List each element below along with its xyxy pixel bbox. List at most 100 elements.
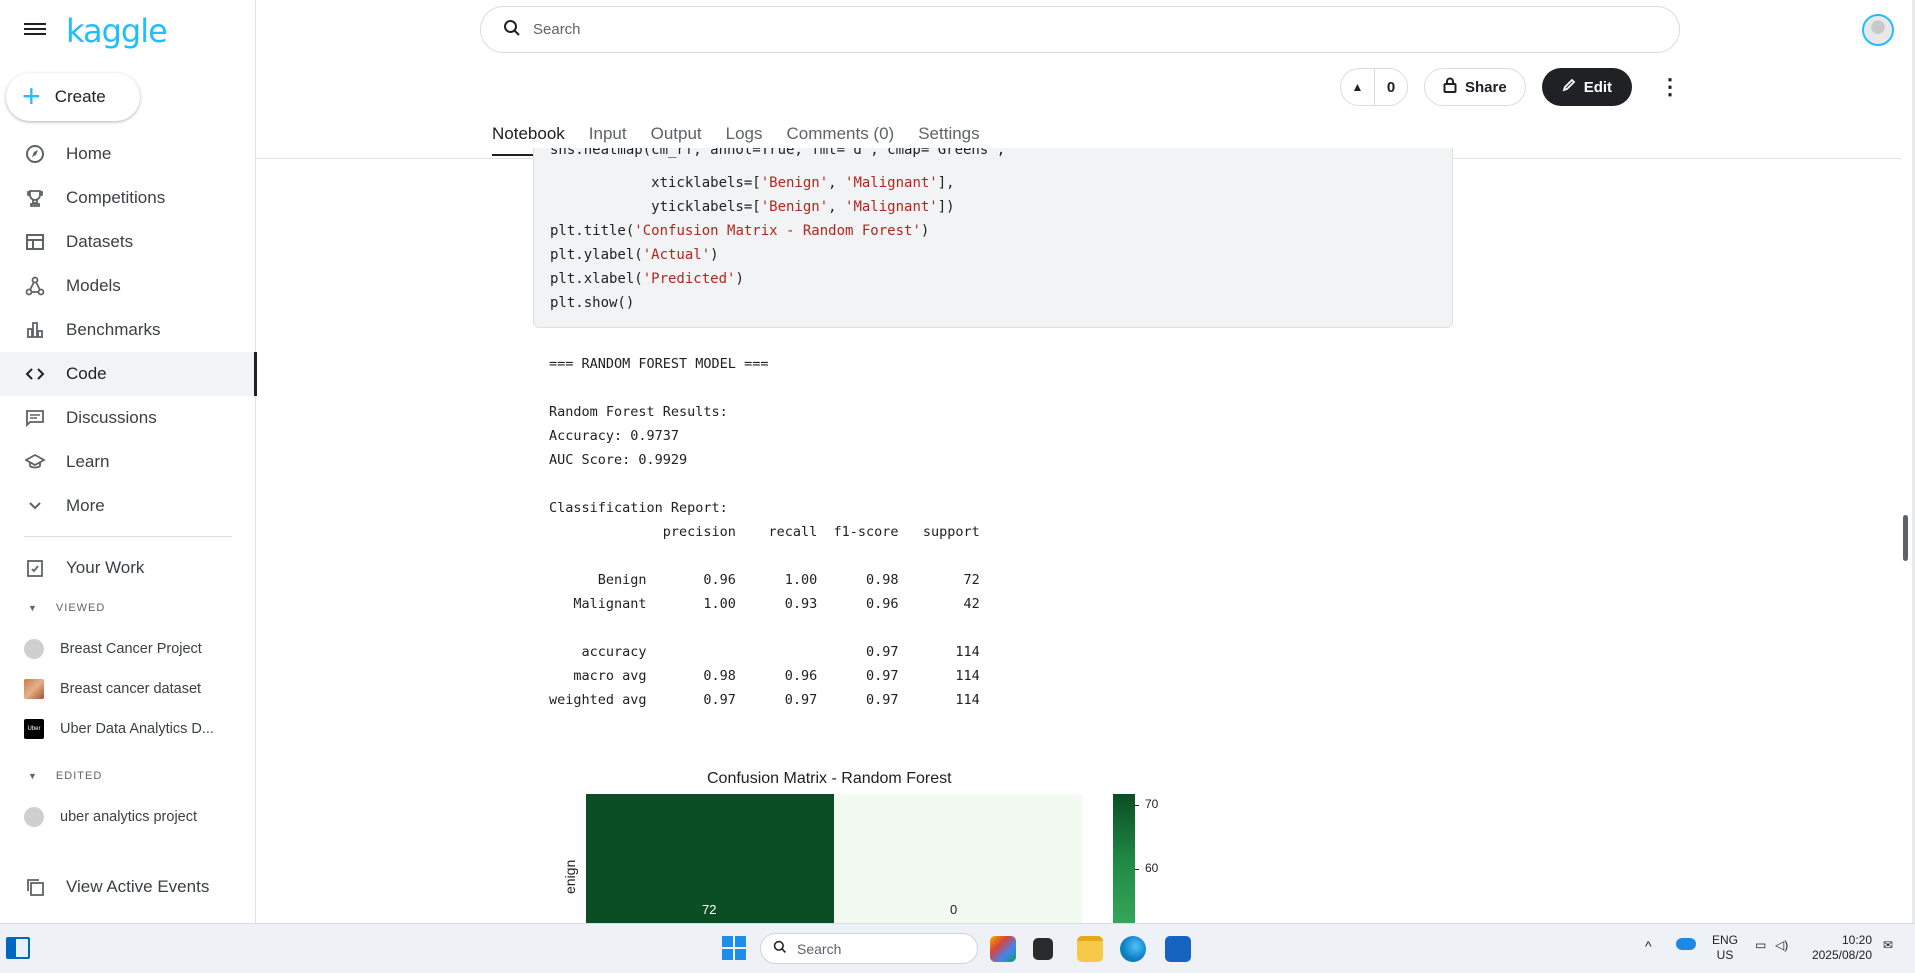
heatmap-cell-value: 0 <box>950 902 958 917</box>
taskbar-search[interactable]: Search <box>760 933 978 964</box>
kaggle-logo[interactable]: kaggle <box>66 12 168 50</box>
code-cell[interactable]: sns.heatmap(cm_rf, annot=True, fmt='d', … <box>533 148 1453 328</box>
sidebar-item-discussions[interactable]: Discussions <box>0 396 256 440</box>
dataset-thumbnail <box>24 679 44 699</box>
models-icon <box>24 275 46 297</box>
trophy-icon <box>24 187 46 209</box>
chart-title: Confusion Matrix - Random Forest <box>707 770 952 787</box>
vote-count: 0 <box>1386 78 1396 96</box>
code-line: yticklabels=['Benign', 'Malignant']) <box>550 199 955 215</box>
clock[interactable]: 10:20 2025/08/20 <box>1810 933 1872 963</box>
plus-icon: + <box>22 77 41 114</box>
caret-down-icon: ▼ <box>28 603 38 613</box>
chevron-up-icon[interactable]: ^ <box>1645 938 1652 954</box>
upvote-icon[interactable]: ▲ <box>1341 69 1375 105</box>
code-icon <box>24 363 46 385</box>
y-tick-label: enign <box>562 859 578 894</box>
edge-browser-icon[interactable] <box>1120 936 1146 962</box>
colorbar-tick-label: 60 <box>1145 861 1159 875</box>
colorbar <box>1113 794 1135 923</box>
sidebar-item-label: Learn <box>66 452 110 471</box>
cell-output-text: === RANDOM FOREST MODEL === Random Fores… <box>549 356 980 708</box>
compass-icon <box>24 143 46 165</box>
table-icon <box>24 231 46 253</box>
sidebar-item-models[interactable]: Models <box>0 264 256 308</box>
search-placeholder: Search <box>533 21 581 38</box>
code-line: plt.xlabel('Predicted') <box>550 271 744 287</box>
scrollbar-thumb[interactable] <box>1903 515 1908 561</box>
more-options-icon[interactable]: ⋮ <box>1658 74 1682 100</box>
colorbar-tick-mark <box>1135 869 1139 870</box>
uber-logo-icon: Uber <box>24 719 44 739</box>
layers-icon <box>24 876 46 898</box>
notebook-actions: ▲ 0 Share Edit ⋮ <box>1340 68 1682 106</box>
create-label: Create <box>54 87 106 106</box>
sidebar-item-code[interactable]: Code <box>0 352 257 396</box>
sidebar-item-your-work[interactable]: Your Work <box>0 546 256 590</box>
code-line: xticklabels=['Benign', 'Malignant'], <box>550 175 955 191</box>
code-line: plt.title('Confusion Matrix - Random For… <box>550 223 930 239</box>
sidebar-item-label: More <box>66 496 105 515</box>
edited-section-header[interactable]: ▼ EDITED <box>0 770 102 782</box>
sidebar-item-label: Benchmarks <box>66 320 161 339</box>
upvote-control: ▲ 0 <box>1340 68 1408 106</box>
create-button[interactable]: + Create <box>6 73 140 121</box>
sidebar-divider <box>24 536 232 537</box>
kaggle-app-window: kaggle + Create Home Competitions Datase… <box>0 0 1915 923</box>
share-button[interactable]: Share <box>1424 68 1526 106</box>
sidebar-item-datasets[interactable]: Datasets <box>0 220 256 264</box>
recent-item[interactable]: uber analytics project <box>0 802 256 832</box>
network-icon[interactable]: ▭ <box>1755 938 1766 952</box>
caret-down-icon: ▼ <box>28 771 38 781</box>
code-line: plt.show() <box>550 295 635 311</box>
school-icon <box>24 451 46 473</box>
windows-start-icon[interactable] <box>722 936 746 960</box>
recent-item[interactable]: Uber Uber Data Analytics D... <box>0 714 256 744</box>
bar-chart-icon <box>24 319 46 341</box>
sidebar-item-learn[interactable]: Learn <box>0 440 256 484</box>
sidebar-item-competitions[interactable]: Competitions <box>0 176 256 220</box>
menu-icon[interactable] <box>24 20 46 42</box>
onedrive-icon[interactable] <box>1676 938 1696 950</box>
sidebar: kaggle + Create Home Competitions Datase… <box>0 0 257 923</box>
widgets-icon[interactable] <box>6 937 30 959</box>
confusion-matrix-chart: Confusion Matrix - Random Forest 72 0 eni… <box>560 764 1180 923</box>
code-line: plt.ylabel('Actual') <box>550 247 719 263</box>
sidebar-item-label: Competitions <box>66 188 166 207</box>
comment-icon <box>24 407 46 429</box>
copilot-icon[interactable] <box>990 936 1016 962</box>
avatar <box>24 807 44 827</box>
sidebar-item-label: Code <box>66 364 107 383</box>
terminal-icon[interactable] <box>1033 938 1053 960</box>
search-input[interactable]: Search <box>480 6 1680 53</box>
heatmap-cell <box>834 794 1082 923</box>
user-avatar[interactable] <box>1862 14 1894 46</box>
sidebar-item-label: Your Work <box>66 558 145 577</box>
colorbar-tick-label: 70 <box>1145 797 1159 811</box>
search-icon <box>773 940 787 957</box>
viewed-section-header[interactable]: ▼ VIEWED <box>0 602 105 614</box>
sidebar-item-label: Home <box>66 144 112 163</box>
sidebar-item-benchmarks[interactable]: Benchmarks <box>0 308 256 352</box>
notification-icon[interactable]: ✉ <box>1883 938 1893 952</box>
sidebar-item-label: Datasets <box>66 232 134 251</box>
colorbar-tick-mark <box>1135 805 1139 806</box>
recent-item[interactable]: Breast cancer dataset <box>0 674 256 704</box>
edit-button[interactable]: Edit <box>1541 68 1633 106</box>
lock-icon <box>1443 77 1457 97</box>
clipboard-icon <box>24 557 46 579</box>
language-indicator[interactable]: ENG US <box>1712 933 1738 963</box>
sidebar-item-label: Discussions <box>66 408 157 427</box>
search-icon <box>503 19 521 41</box>
sidebar-item-more[interactable]: More <box>0 484 256 528</box>
view-active-events-button[interactable]: View Active Events <box>0 876 209 898</box>
pencil-icon <box>1562 78 1576 96</box>
file-explorer-icon[interactable] <box>1077 936 1103 962</box>
avatar <box>24 639 44 659</box>
recent-item[interactable]: Breast Cancer Project <box>0 634 256 664</box>
heatmap-cell-value: 72 <box>702 902 717 917</box>
volume-icon[interactable]: ◁) <box>1775 938 1788 952</box>
store-icon[interactable] <box>1165 936 1191 962</box>
sidebar-item-home[interactable]: Home <box>0 132 256 176</box>
windows-taskbar: Search ^ ENG US ▭ ◁) 10:20 2025/08/20 ✉ <box>0 923 1915 973</box>
